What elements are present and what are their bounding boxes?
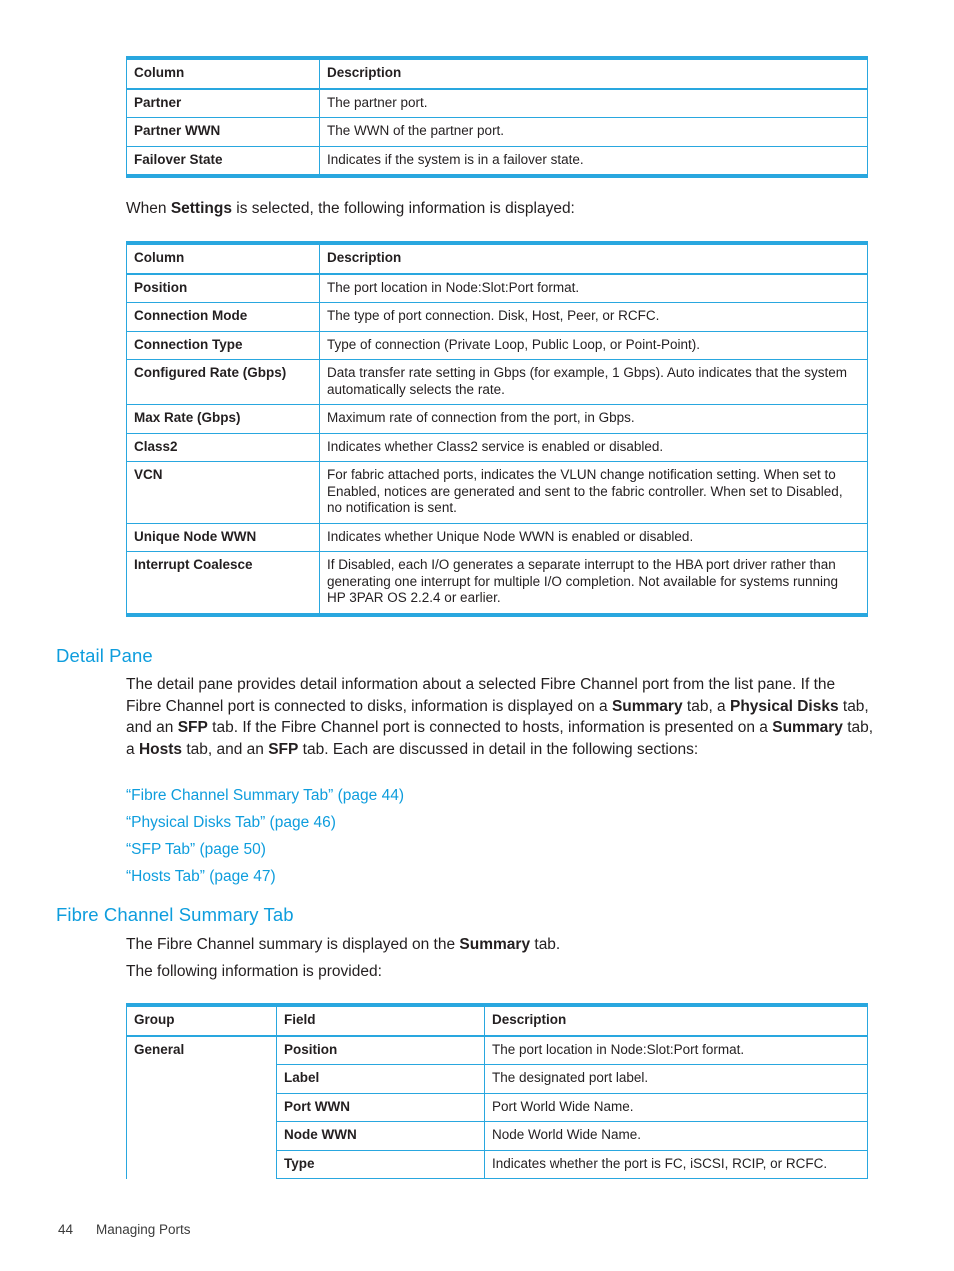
cell-description: Indicates whether Unique Node WWN is ena… bbox=[319, 522, 868, 552]
cell-field-name: Port WWN bbox=[276, 1092, 485, 1122]
column-header-field: Field bbox=[276, 1004, 485, 1037]
table-row: Position The port location in Node:Slot:… bbox=[126, 273, 868, 303]
section-heading-detail-pane: Detail Pane bbox=[56, 645, 153, 666]
cell-description: The type of port connection. Disk, Host,… bbox=[319, 302, 868, 332]
table-row: Max Rate (Gbps) Maximum rate of connecti… bbox=[126, 404, 868, 434]
cell-column-name: VCN bbox=[126, 461, 320, 524]
cell-column-name: Interrupt Coalesce bbox=[126, 551, 320, 615]
when-settings-pre: When bbox=[126, 200, 171, 217]
page-footer: 44 Managing Ports bbox=[58, 1222, 191, 1237]
table-row: Failover State Indicates if the system i… bbox=[126, 145, 868, 177]
cell-description: The designated port label. bbox=[484, 1064, 868, 1094]
fc-text-pre: The Fibre Channel summary is displayed o… bbox=[126, 936, 460, 953]
detail-text-4: tab. If the Fibre Channel port is connec… bbox=[207, 719, 773, 736]
cell-column-name: Connection Type bbox=[126, 330, 320, 360]
cell-description: The partner port. bbox=[319, 88, 868, 118]
cell-description: Indicates if the system is in a failover… bbox=[319, 145, 868, 177]
cell-column-name: Connection Mode bbox=[126, 302, 320, 332]
fc-text-post: tab. bbox=[530, 936, 561, 953]
bold-sfp-2: SFP bbox=[268, 740, 299, 758]
table-row: Partner WWN The WWN of the partner port. bbox=[126, 117, 868, 147]
table-row: Unique Node WWN Indicates whether Unique… bbox=[126, 522, 868, 552]
table-row: Partner The partner port. bbox=[126, 88, 868, 118]
column-header-description: Description bbox=[319, 242, 868, 275]
column-header-group: Group bbox=[126, 1004, 277, 1037]
cell-description: The WWN of the partner port. bbox=[319, 117, 868, 147]
cell-field-name: Type bbox=[276, 1149, 485, 1179]
cross-reference-physical-disks-tab[interactable]: “Physical Disks Tab” (page 46) bbox=[126, 812, 336, 834]
cell-description: For fabric attached ports, indicates the… bbox=[319, 461, 868, 524]
document-page: Column Description Partner The partner p… bbox=[0, 0, 954, 1271]
cell-description: The port location in Node:Slot:Port form… bbox=[319, 273, 868, 303]
footer-page-number: 44 bbox=[58, 1222, 74, 1237]
footer-chapter-title: Managing Ports bbox=[96, 1222, 191, 1237]
cell-description: Port World Wide Name. bbox=[484, 1092, 868, 1122]
bold-physical-disks: Physical Disks bbox=[730, 697, 839, 715]
table-header-row: Column Description bbox=[126, 242, 868, 275]
cross-reference-fibre-channel-summary-tab[interactable]: “Fibre Channel Summary Tab” (page 44) bbox=[126, 785, 404, 807]
cell-description: Node World Wide Name. bbox=[484, 1121, 868, 1151]
bold-hosts: Hosts bbox=[138, 740, 183, 758]
cell-column-name: Max Rate (Gbps) bbox=[126, 404, 320, 434]
when-settings-paragraph: When Settings is selected, the following… bbox=[126, 198, 868, 220]
cell-field-name: Label bbox=[276, 1064, 485, 1094]
cell-description: The port location in Node:Slot:Port form… bbox=[484, 1035, 868, 1065]
fc-summary-paragraph-2: The following information is provided: bbox=[126, 963, 382, 980]
bold-summary-tab: Summary bbox=[459, 936, 531, 953]
cell-description: Data transfer rate setting in Gbps (for … bbox=[319, 359, 868, 405]
cell-column-name: Class2 bbox=[126, 432, 320, 462]
table-row: Connection Type Type of connection (Priv… bbox=[126, 330, 868, 360]
cell-group-general: General bbox=[126, 1035, 277, 1179]
cell-description: Indicates whether the port is FC, iSCSI,… bbox=[484, 1149, 868, 1179]
cell-description: If Disabled, each I/O generates a separa… bbox=[319, 551, 868, 615]
section-heading-fibre-channel-summary-tab: Fibre Channel Summary Tab bbox=[56, 904, 294, 925]
column-header-column: Column bbox=[126, 57, 320, 90]
detail-pane-paragraph: The detail pane provides detail informat… bbox=[126, 674, 874, 760]
cell-field-name: Node WWN bbox=[276, 1121, 485, 1151]
column-header-column: Column bbox=[126, 242, 320, 275]
settings-bold: Settings bbox=[170, 200, 232, 217]
table-row: Configured Rate (Gbps) Data transfer rat… bbox=[126, 359, 868, 405]
cross-reference-sfp-tab[interactable]: “SFP Tab” (page 50) bbox=[126, 839, 266, 861]
detail-text-7: tab. Each are discussed in detail in the… bbox=[298, 740, 699, 758]
table-row: VCN For fabric attached ports, indicates… bbox=[126, 461, 868, 524]
cross-reference-hosts-tab[interactable]: “Hosts Tab” (page 47) bbox=[126, 866, 276, 888]
table-header-row: Column Description bbox=[126, 57, 868, 90]
detail-text-6: tab, and an bbox=[182, 740, 269, 758]
settings-columns-table: Column Description Position The port loc… bbox=[126, 241, 868, 617]
detail-text-2: tab, a bbox=[682, 697, 730, 715]
cell-column-name: Unique Node WWN bbox=[126, 522, 320, 552]
cell-description: Indicates whether Class2 service is enab… bbox=[319, 432, 868, 462]
table-row: Connection Mode The type of port connect… bbox=[126, 302, 868, 332]
table-row: Interrupt Coalesce If Disabled, each I/O… bbox=[126, 551, 868, 615]
table-row: General Position The port location in No… bbox=[126, 1035, 868, 1179]
cell-description: Maximum rate of connection from the port… bbox=[319, 404, 868, 434]
table-header-row: Group Field Description bbox=[126, 1004, 868, 1037]
cell-column-name: Position bbox=[126, 273, 320, 303]
bold-summary-2: Summary bbox=[772, 719, 843, 736]
fc-summary-fields-table: Group Field Description General Position… bbox=[126, 1003, 868, 1179]
cell-column-name: Configured Rate (Gbps) bbox=[126, 359, 320, 405]
cell-field-name: Position bbox=[276, 1035, 485, 1065]
cell-column-name: Failover State bbox=[126, 145, 320, 177]
partner-columns-table: Column Description Partner The partner p… bbox=[126, 56, 868, 178]
column-header-description: Description bbox=[484, 1004, 868, 1037]
fc-summary-paragraph-1: The Fibre Channel summary is displayed o… bbox=[126, 934, 868, 956]
cell-description: Type of connection (Private Loop, Public… bbox=[319, 330, 868, 360]
table-row: Class2 Indicates whether Class2 service … bbox=[126, 432, 868, 462]
cell-column-name: Partner bbox=[126, 88, 320, 118]
column-header-description: Description bbox=[319, 57, 868, 90]
bold-sfp-1: SFP bbox=[177, 719, 208, 736]
when-settings-post: is selected, the following information i… bbox=[231, 200, 575, 217]
cell-column-name: Partner WWN bbox=[126, 117, 320, 147]
bold-summary-1: Summary bbox=[611, 697, 683, 715]
